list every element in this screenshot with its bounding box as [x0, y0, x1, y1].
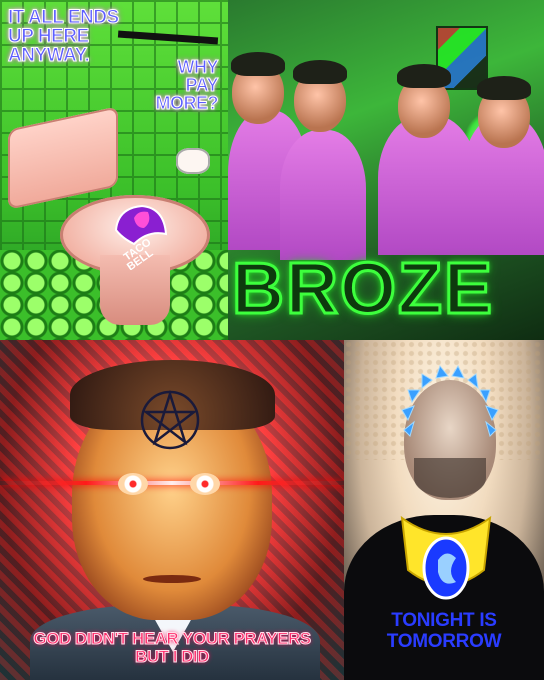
tonight-panel: TONIGHT IS TOMORROW — [344, 340, 544, 680]
caption-line: ANYWAY. — [8, 45, 91, 66]
prayers-panel: GOD DIDN'T HEAR YOUR PRAYERS BUT I DID — [0, 340, 344, 680]
man-beard — [414, 458, 486, 498]
glowing-eye-right — [190, 473, 220, 495]
pentagram-icon — [140, 389, 200, 450]
top-left-caption: IT ALL ENDS UP HERE ANYWAY. — [8, 7, 158, 66]
toilet-paper-roll — [176, 148, 210, 174]
caption-line: UP HERE — [8, 26, 90, 47]
man-mouth — [143, 575, 201, 583]
person-hair — [231, 52, 285, 76]
laser-beam — [0, 481, 344, 485]
broze-panel: BROZE — [228, 0, 544, 340]
taco-bell-logo: TACO BELL — [114, 204, 168, 270]
caption-line: IT ALL ENDS — [8, 7, 120, 28]
tonight-caption-line2: TOMORROW — [386, 631, 502, 652]
caption-line: WHY — [177, 57, 219, 77]
glowing-eye-left — [118, 473, 148, 495]
broze-title: BROZE — [231, 248, 494, 331]
caption-line: PAY — [185, 75, 219, 95]
tonight-caption-line1: TONIGHT IS — [391, 610, 497, 631]
caption-line: MORE? — [155, 93, 219, 113]
halo-icon — [401, 364, 499, 437]
prayers-caption-line2: BUT I DID — [135, 647, 210, 666]
person-hair — [397, 64, 451, 88]
meme-collage: TACO BELL IT ALL ENDS UP HERE ANYWAY. WH… — [0, 0, 544, 680]
toilet-panel: TACO BELL IT ALL ENDS UP HERE ANYWAY. WH… — [0, 0, 228, 340]
necklace-icon — [400, 515, 492, 600]
person-shirt — [280, 130, 366, 260]
person-hair — [477, 76, 531, 100]
prayers-caption-line1: GOD DIDN'T HEAR YOUR PRAYERS — [33, 629, 312, 648]
top-left-side-caption: WHY PAY MORE? — [138, 57, 219, 113]
person-hair — [293, 60, 347, 84]
